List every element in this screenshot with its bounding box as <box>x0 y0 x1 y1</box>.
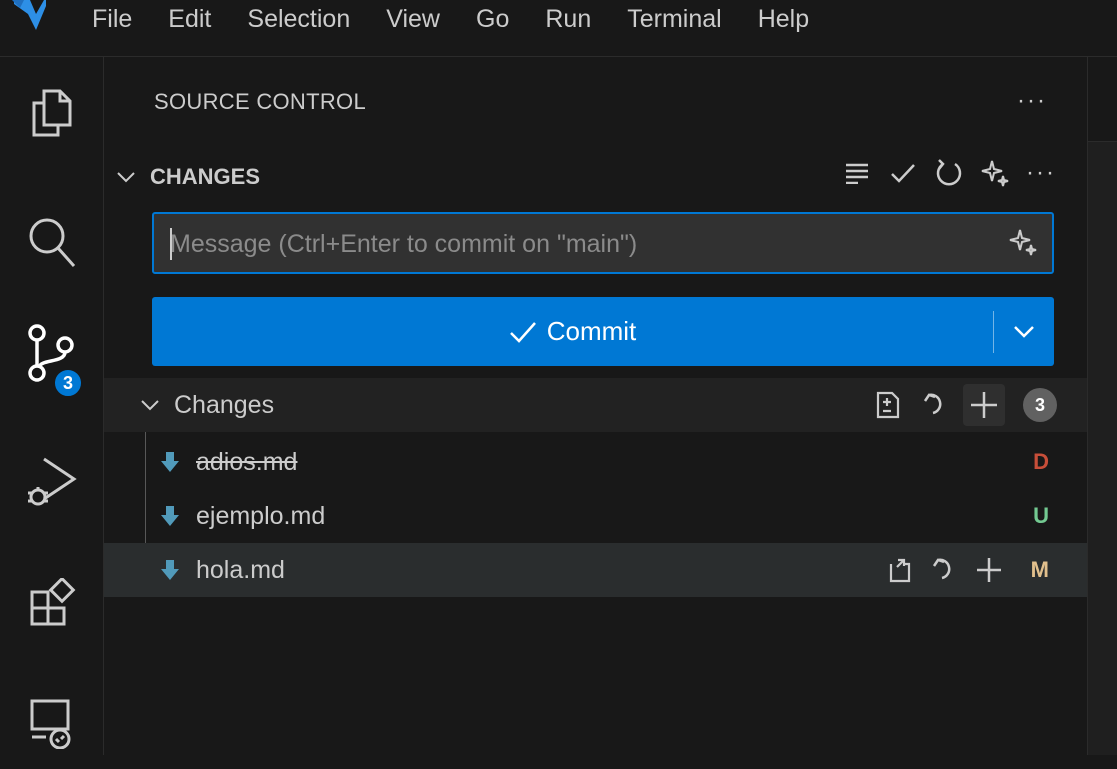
group-label: Changes <box>174 390 275 419</box>
commit-main-action[interactable]: Commit <box>152 316 993 347</box>
commit-message-box[interactable] <box>152 212 1054 274</box>
vscode-logo-icon <box>0 0 60 56</box>
menu-terminal[interactable]: Terminal <box>609 2 739 36</box>
section-title: CHANGES <box>150 164 261 189</box>
file-actions <box>883 552 1007 588</box>
extensions-icon[interactable] <box>0 557 103 649</box>
file-row-hola[interactable]: hola.md M <box>104 543 1087 597</box>
search-icon[interactable] <box>0 197 103 289</box>
changes-group-row[interactable]: Changes 3 <box>104 378 1087 432</box>
stage-all-icon[interactable] <box>963 384 1005 426</box>
panel-title: SOURCE CONTROL <box>154 89 366 114</box>
markdown-file-icon <box>161 506 179 526</box>
stage-changes-icon[interactable] <box>971 552 1007 588</box>
file-row-ejemplo[interactable]: ejemplo.md U <box>104 489 1087 543</box>
section-more-icon[interactable]: ··· <box>1025 157 1057 189</box>
commit-label: Commit <box>546 316 637 346</box>
file-name: adios.md <box>196 447 298 476</box>
file-status-deleted: D <box>1033 449 1049 474</box>
changes-count-badge: 3 <box>1023 388 1057 422</box>
activity-bar: 3 <box>0 57 104 755</box>
menu-edit[interactable]: Edit <box>150 2 229 36</box>
file-status-untracked: U <box>1033 503 1049 528</box>
file-name: ejemplo.md <box>196 501 326 530</box>
chevron-down-icon <box>141 400 159 411</box>
menu-view[interactable]: View <box>368 2 458 36</box>
open-file-icon[interactable] <box>883 552 919 588</box>
menu-go[interactable]: Go <box>458 2 527 36</box>
file-row-adios[interactable]: adios.md D <box>104 435 1087 489</box>
view-as-list-icon[interactable] <box>841 157 873 189</box>
generate-message-sparkle-icon[interactable] <box>1008 228 1038 256</box>
text-caret <box>170 228 172 260</box>
scm-count-badge: 3 <box>52 367 84 399</box>
section-actions: ··· <box>841 157 1057 189</box>
menu-selection[interactable]: Selection <box>229 2 368 36</box>
editor-tabs-strip <box>1088 57 1117 142</box>
commit-dropdown-button[interactable] <box>994 325 1054 339</box>
group-actions: 3 <box>867 384 1057 426</box>
run-debug-icon[interactable] <box>0 437 103 529</box>
commit-check-icon[interactable] <box>887 157 919 189</box>
markdown-file-icon <box>161 560 179 580</box>
file-name: hola.md <box>196 555 285 584</box>
chevron-down-icon <box>117 172 135 183</box>
commit-message-input[interactable] <box>168 214 972 274</box>
menu-help[interactable]: Help <box>740 2 827 36</box>
menu-run[interactable]: Run <box>527 2 609 36</box>
file-status-modified: M <box>1030 557 1049 582</box>
source-control-panel: SOURCE CONTROL ··· CHANGES ··· Message (… <box>104 57 1087 755</box>
refresh-icon[interactable] <box>933 157 965 189</box>
editor-area-edge <box>1087 57 1117 755</box>
markdown-file-icon <box>161 452 179 472</box>
chevron-down-icon <box>1014 325 1034 338</box>
commit-button[interactable]: Commit <box>152 297 1054 366</box>
check-icon <box>509 321 536 343</box>
menu-bar: File Edit Selection View Go Run Terminal… <box>0 0 1117 57</box>
discard-changes-icon[interactable] <box>927 552 963 588</box>
panel-more-icon[interactable]: ··· <box>1017 87 1047 115</box>
menu-file[interactable]: File <box>60 2 150 36</box>
explorer-icon[interactable] <box>0 67 103 159</box>
discard-all-icon[interactable] <box>915 384 957 426</box>
sparkle-icon[interactable] <box>979 157 1011 189</box>
open-changes-icon[interactable] <box>867 384 909 426</box>
remote-explorer-icon[interactable] <box>0 677 103 769</box>
